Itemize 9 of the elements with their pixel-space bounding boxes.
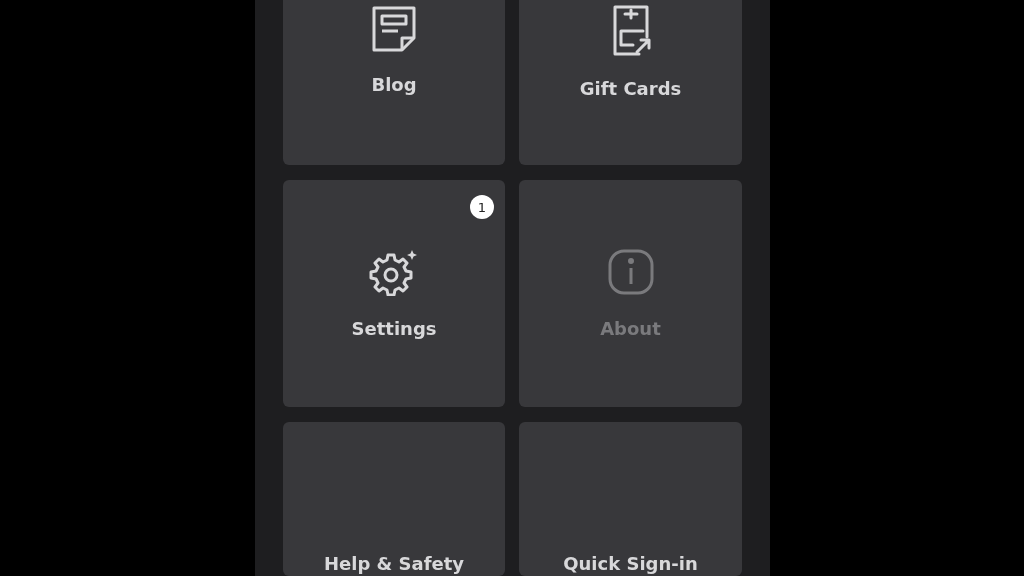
- info-icon: [606, 248, 655, 296]
- gear-icon: [369, 248, 419, 296]
- menu-tile[interactable]: Gift Cards: [519, 0, 742, 165]
- menu-tile[interactable]: Quick Sign-in: [519, 422, 742, 576]
- menu-tile[interactable]: Help & Safety: [283, 422, 505, 576]
- menu-tile[interactable]: 1 Settings: [283, 180, 505, 407]
- menu-tile[interactable]: Blog: [283, 0, 505, 165]
- notification-badge: 1: [470, 195, 494, 219]
- document-icon: [370, 4, 418, 54]
